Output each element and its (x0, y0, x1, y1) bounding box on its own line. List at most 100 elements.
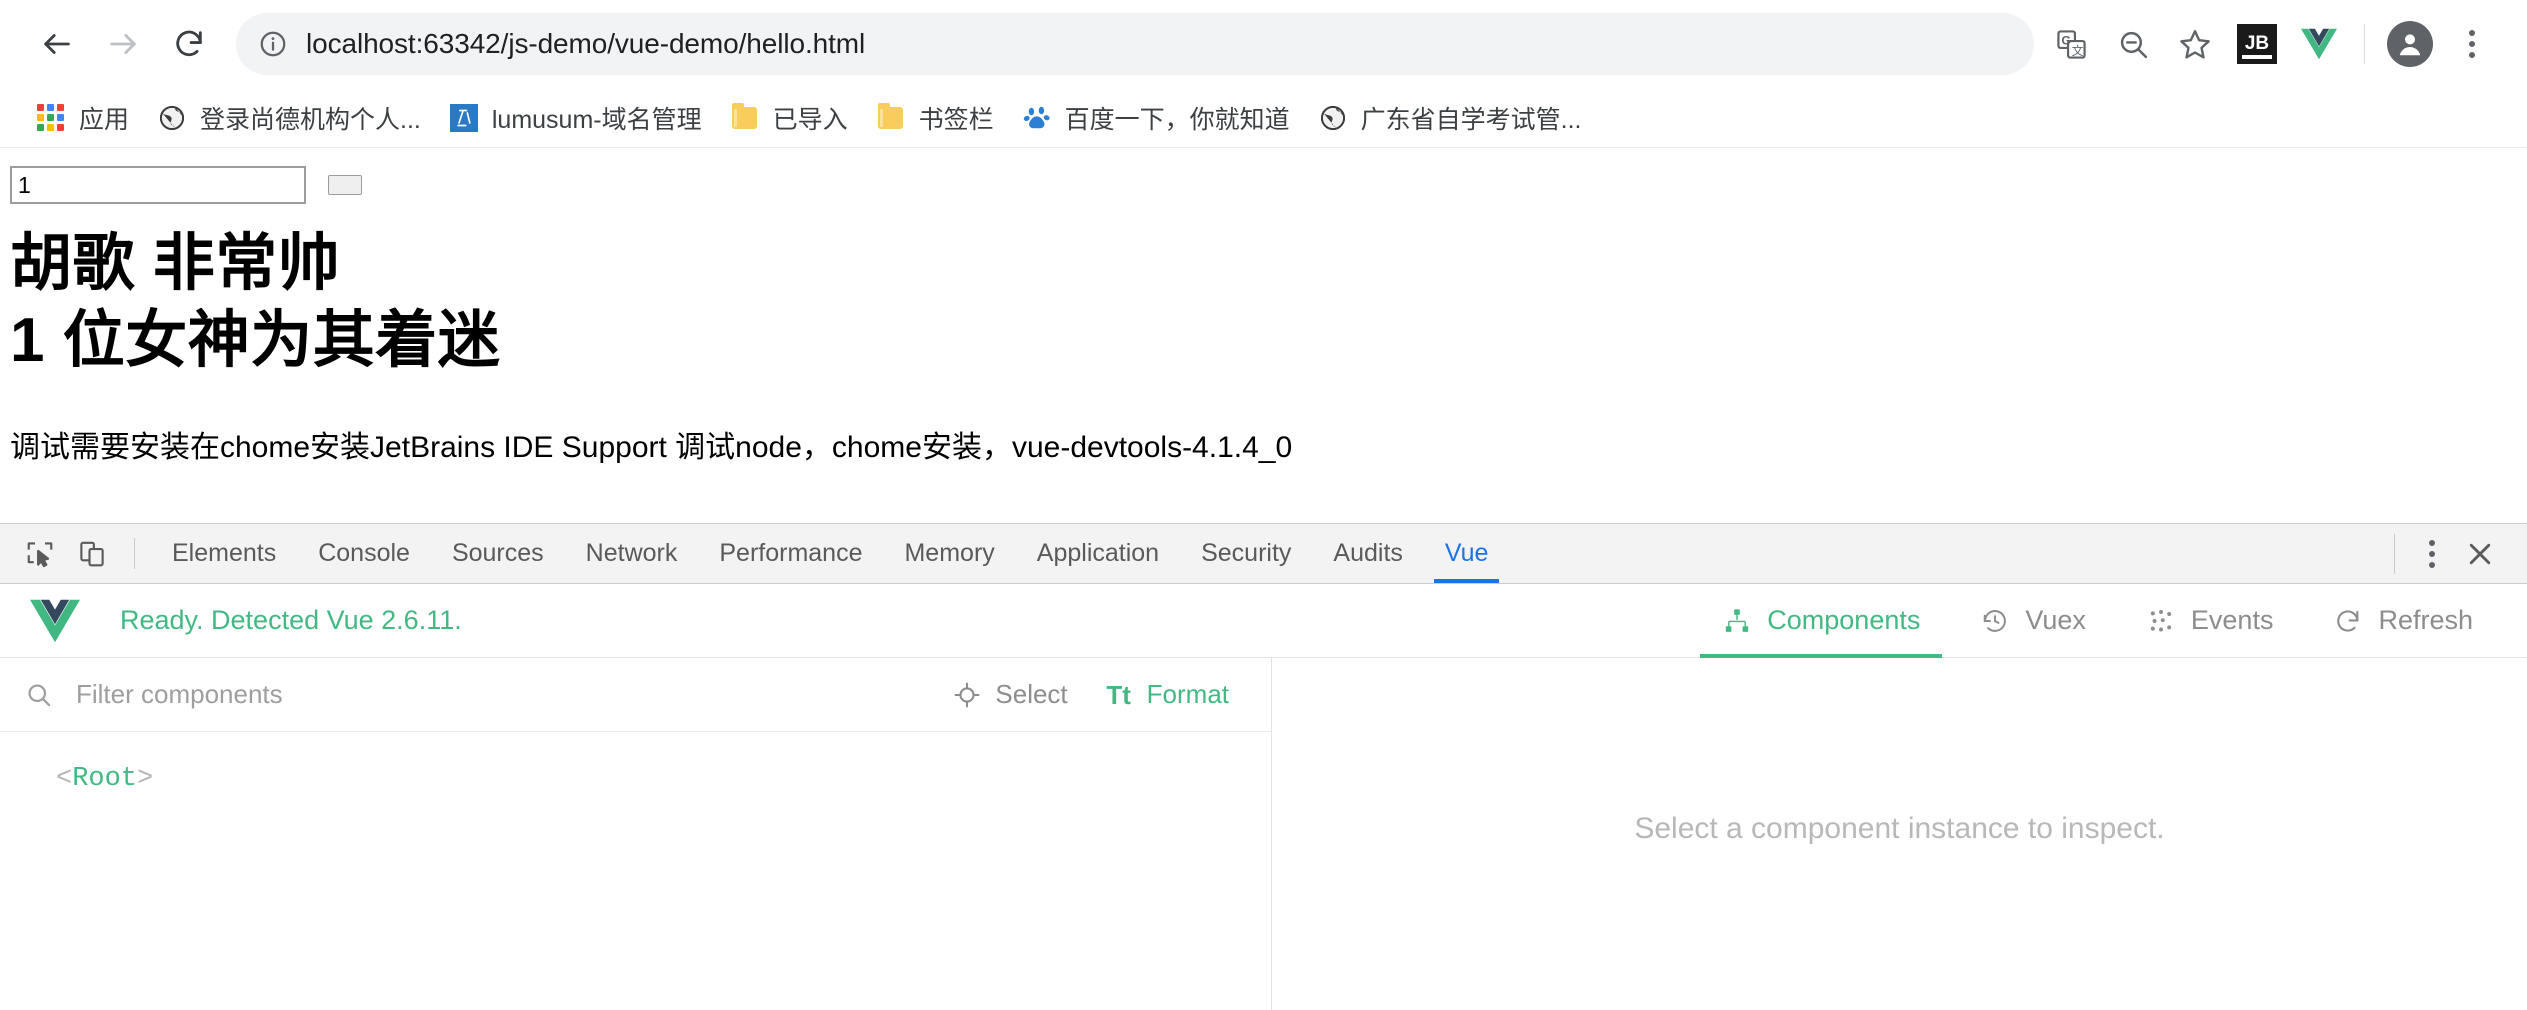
bookmark-label: 百度一下，你就知道 (1064, 105, 1290, 134)
inspect-element-icon[interactable] (14, 524, 66, 583)
refresh-icon (2333, 606, 2363, 636)
tree-node-root[interactable]: < Root > (48, 760, 161, 798)
address-bar[interactable]: localhost:63342/js-demo/vue-demo/hello.h… (236, 13, 2034, 75)
tab-vue[interactable]: Vue (1424, 524, 1510, 583)
bookmark-shangde-login[interactable]: 登录尚德机构个人... (143, 95, 435, 141)
component-tree: < Root > (0, 732, 1271, 1010)
svg-text:G: G (2061, 33, 2071, 47)
bookmark-bookmarks-bar-folder[interactable]: 书签栏 (862, 95, 1008, 141)
bookmark-apps[interactable]: 应用 (22, 95, 143, 141)
globe-icon (157, 103, 187, 133)
vue-panel-header: Ready. Detected Vue 2.6.11. Components V… (0, 584, 2527, 658)
zoom-out-icon[interactable] (2104, 15, 2162, 73)
devtools-tabbar-actions (2376, 524, 2527, 583)
devtools-tabbar: Elements Console Sources Network Perform… (0, 524, 2527, 584)
device-toolbar-icon[interactable] (66, 524, 118, 583)
vue-nav-refresh[interactable]: Refresh (2303, 584, 2503, 658)
events-dots-icon (2146, 606, 2176, 636)
bookmark-star-icon[interactable] (2166, 15, 2224, 73)
vue-nav-components[interactable]: Components (1692, 584, 1950, 658)
browser-toolbar: localhost:63342/js-demo/vue-demo/hello.h… (0, 0, 2527, 88)
vue-nav-label: Vuex (2025, 605, 2086, 635)
component-tree-pane: Select Tt Format < Root > (0, 658, 1272, 1010)
profile-avatar[interactable] (2381, 15, 2439, 73)
inspector-empty-message: Select a component instance to inspect. (1634, 812, 2165, 845)
component-name: Root (72, 764, 138, 794)
devtools-tab-list: Elements Console Sources Network Perform… (151, 524, 1509, 583)
jetbrains-site-icon (449, 103, 479, 133)
globe-icon (1318, 103, 1348, 133)
crosshair-icon (952, 680, 982, 710)
search-icon (24, 680, 54, 710)
tab-performance[interactable]: Performance (698, 524, 883, 583)
toolbar-divider (2364, 24, 2365, 64)
history-clock-icon (1980, 606, 2010, 636)
vue-logo-icon (30, 599, 80, 643)
open-angle-bracket: < (56, 764, 73, 794)
forward-button[interactable] (92, 13, 154, 75)
tab-console[interactable]: Console (297, 524, 431, 583)
bookmarks-bar: 应用 登录尚德机构个人... lumusum-域名管理 已导入 书签栏 百度一下… (0, 88, 2527, 148)
devtools-panel: Elements Console Sources Network Perform… (0, 523, 2527, 1010)
translate-icon[interactable]: G 文 (2042, 15, 2100, 73)
page-headings: 胡歌 非常帅 1 位女神为其着迷 (10, 226, 2527, 380)
reload-button[interactable] (158, 13, 220, 75)
devtools-close-icon[interactable] (2451, 539, 2509, 569)
tab-elements[interactable]: Elements (151, 524, 297, 583)
bookmark-label: 应用 (79, 105, 130, 134)
vue-nav: Components Vuex Events Refresh (1692, 584, 2503, 658)
vue-nav-events[interactable]: Events (2116, 584, 2304, 658)
tt-glyph: Tt (1106, 679, 1131, 710)
page-paragraph: 调试需要安装在chome安装JetBrains IDE Support 调试no… (10, 430, 1293, 464)
baidu-icon (1022, 103, 1052, 133)
vue-nav-label: Events (2190, 605, 2274, 635)
components-tree-icon (1722, 606, 1752, 636)
page-title-line-1: 胡歌 非常帅 (10, 229, 341, 298)
tab-application[interactable]: Application (1016, 524, 1180, 583)
back-button[interactable] (26, 13, 88, 75)
bookmark-guangdong-exam[interactable]: 广东省自学考试管... (1304, 95, 1596, 141)
tab-network[interactable]: Network (565, 524, 699, 583)
bookmark-baidu[interactable]: 百度一下，你就知道 (1008, 95, 1304, 141)
bookmark-label: lumusum-域名管理 (491, 105, 702, 134)
vue-nav-label: Refresh (2378, 605, 2473, 635)
tab-memory[interactable]: Memory (883, 524, 1015, 583)
chrome-menu-icon[interactable] (2443, 15, 2501, 73)
filter-input-wrap (24, 678, 935, 711)
vue-status-text: Ready. Detected Vue 2.6.11. (120, 605, 462, 635)
apps-grid-icon (36, 103, 66, 133)
filter-components-input[interactable] (74, 678, 935, 711)
demo-submit-button[interactable] (328, 175, 362, 195)
bookmark-label: 广东省自学考试管... (1360, 105, 1582, 134)
format-button[interactable]: Tt Format (1086, 679, 1247, 710)
folder-icon (876, 102, 906, 133)
site-info-icon[interactable] (258, 29, 288, 59)
bookmark-label: 已导入 (772, 105, 848, 134)
component-filter-bar: Select Tt Format (0, 658, 1271, 732)
page-viewport: 胡歌 非常帅 1 位女神为其着迷 调试需要安装在chome安装JetBrains… (0, 148, 2527, 523)
vue-nav-label: Components (1767, 605, 1921, 635)
folder-icon (730, 102, 760, 133)
select-component-button[interactable]: Select (934, 679, 1085, 710)
demo-controls-row (10, 148, 2527, 204)
devtools-divider (134, 538, 135, 569)
devtools-more-options-icon[interactable] (2413, 539, 2451, 568)
bookmark-lumusum-domain[interactable]: lumusum-域名管理 (435, 95, 716, 141)
format-label: Format (1146, 679, 1229, 709)
url-text: localhost:63342/js-demo/vue-demo/hello.h… (306, 28, 866, 59)
svg-text:文: 文 (2071, 43, 2083, 57)
vue-nav-vuex[interactable]: Vuex (1950, 584, 2116, 658)
close-angle-bracket: > (137, 764, 154, 794)
tab-sources[interactable]: Sources (431, 524, 565, 583)
page-title-line-2: 1 位女神为其着迷 (10, 305, 501, 375)
bookmark-label: 登录尚德机构个人... (200, 105, 421, 134)
jetbrains-extension-icon[interactable]: JB (2228, 15, 2286, 73)
select-label: Select (995, 679, 1068, 709)
bookmark-imported[interactable]: 已导入 (716, 95, 862, 141)
vue-extension-icon[interactable] (2290, 15, 2348, 73)
tab-security[interactable]: Security (1180, 524, 1312, 583)
demo-text-input[interactable] (10, 166, 306, 204)
tab-audits[interactable]: Audits (1312, 524, 1423, 583)
vue-panel-body: Select Tt Format < Root > Select a compo… (0, 658, 2527, 1010)
devtools-actions-divider (2394, 533, 2395, 574)
